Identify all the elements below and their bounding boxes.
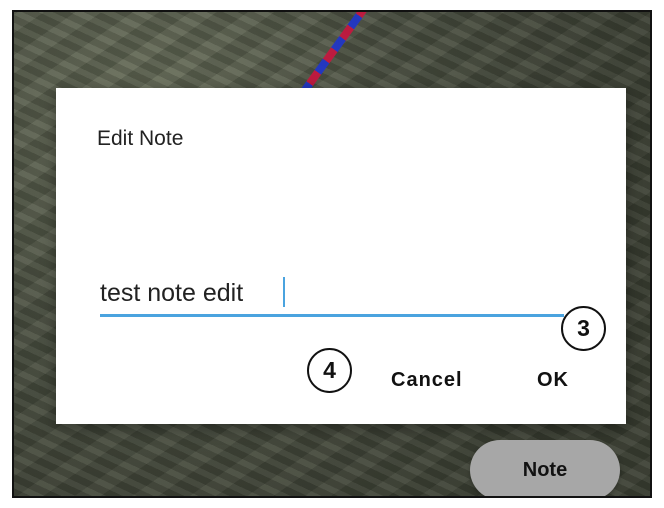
callout-marker-cancel: 4 bbox=[307, 348, 352, 393]
satellite-map-view[interactable]: Edit Note Cancel OK 3 4 Note bbox=[12, 10, 652, 498]
dialog-title: Edit Note bbox=[97, 127, 184, 150]
ok-button[interactable]: OK bbox=[537, 369, 569, 392]
edit-note-dialog: Edit Note Cancel OK 3 4 bbox=[56, 88, 626, 424]
text-cursor bbox=[283, 277, 285, 307]
input-underline bbox=[100, 314, 564, 317]
note-button[interactable]: Note bbox=[470, 440, 620, 496]
callout-marker-ok: 3 bbox=[561, 306, 606, 351]
note-text-input[interactable] bbox=[100, 273, 564, 313]
map-path-line bbox=[299, 12, 371, 96]
note-input-container[interactable] bbox=[100, 273, 564, 318]
cancel-button[interactable]: Cancel bbox=[391, 369, 463, 392]
